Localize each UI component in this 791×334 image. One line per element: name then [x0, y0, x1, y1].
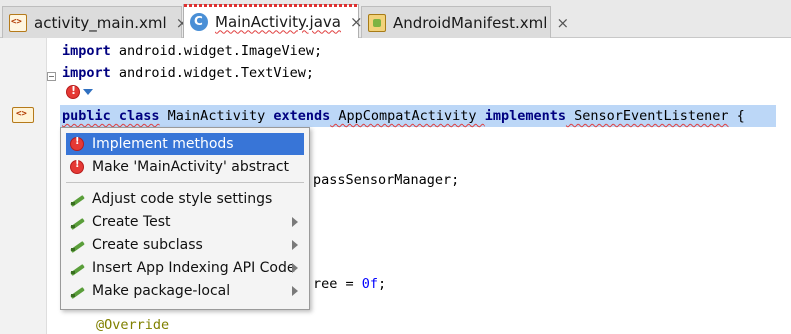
code-line-import-imageview: import android.widget.ImageView; — [62, 43, 323, 59]
quick-fix-bulb[interactable] — [66, 81, 106, 103]
menu-divider — [66, 182, 304, 183]
code-line-override-annotation: @Override — [96, 317, 170, 333]
tab-activity-main-xml[interactable]: activity_main.xml × — [2, 6, 188, 38]
code-line-class-declaration[interactable]: public class MainActivity extends AppCom… — [62, 107, 745, 125]
intention-pen-icon — [70, 261, 84, 275]
menu-item-adjust-code-style[interactable]: Adjust code style settings — [66, 188, 304, 210]
submenu-arrow-icon — [292, 263, 298, 273]
intention-pen-icon — [70, 192, 84, 206]
editor-gutter — [0, 38, 47, 334]
tab-main-activity-java[interactable]: MainActivity.java × — [183, 4, 363, 38]
submenu-arrow-icon — [292, 240, 298, 250]
code-line-import-textview: import android.widget.TextView; — [62, 65, 314, 81]
xml-file-icon — [9, 13, 27, 32]
dropdown-arrow-icon — [83, 89, 93, 95]
intention-pen-icon — [70, 284, 84, 298]
fold-toggle-icon[interactable] — [47, 72, 56, 81]
menu-item-implement-methods[interactable]: Implement methods — [66, 133, 304, 155]
menu-item-insert-app-indexing[interactable]: Insert App Indexing API Code — [66, 257, 304, 279]
editor-tab-bar: activity_main.xml × MainActivity.java × … — [0, 0, 791, 38]
intention-pen-icon — [70, 215, 84, 229]
tab-label: activity_main.xml — [34, 13, 167, 32]
menu-item-make-abstract[interactable]: Make 'MainActivity' abstract — [66, 156, 304, 178]
manifest-file-icon — [368, 13, 386, 32]
menu-item-make-package-local[interactable]: Make package-local — [66, 280, 304, 302]
tab-label: MainActivity.java — [215, 12, 341, 31]
menu-item-create-subclass[interactable]: Create subclass — [66, 234, 304, 256]
intention-pen-icon — [70, 238, 84, 252]
submenu-arrow-icon — [292, 286, 298, 296]
code-line-partial-sensor-manager: passSensorManager; — [313, 172, 460, 188]
error-stripe-mark — [184, 4, 358, 7]
xml-gutter-icon[interactable] — [12, 107, 34, 123]
quick-fix-popup-menu: Implement methods Make 'MainActivity' ab… — [60, 127, 310, 310]
error-bulb-icon — [70, 159, 84, 174]
close-icon[interactable]: × — [556, 14, 569, 32]
java-class-icon — [190, 12, 208, 31]
menu-item-create-test[interactable]: Create Test — [66, 211, 304, 233]
submenu-arrow-icon — [292, 217, 298, 227]
code-line-partial-assignment: ree = 0f; — [313, 276, 387, 292]
tab-android-manifest-xml[interactable]: AndroidManifest.xml × — [361, 6, 569, 38]
error-bulb-icon — [66, 84, 80, 99]
error-bulb-icon — [70, 136, 84, 151]
tab-label: AndroidManifest.xml — [393, 13, 548, 32]
